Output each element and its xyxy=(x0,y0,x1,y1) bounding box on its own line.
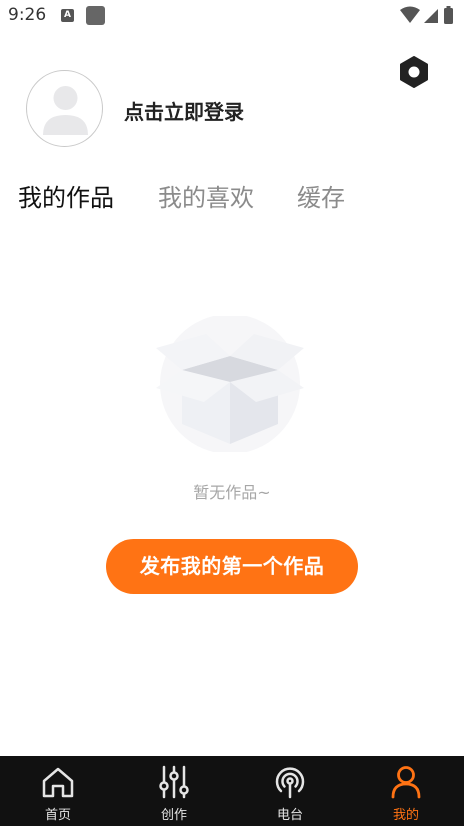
default-avatar-icon xyxy=(43,86,88,135)
settings-button[interactable] xyxy=(396,54,432,90)
nav-label-create: 创作 xyxy=(160,808,187,823)
avatar[interactable] xyxy=(26,70,103,147)
status-bar: 9:26 A xyxy=(0,0,464,32)
status-icons xyxy=(400,6,453,24)
signal-icon xyxy=(424,9,438,23)
tab-my-works[interactable]: 我的作品 xyxy=(18,178,114,213)
nav-label-home: 首页 xyxy=(44,808,71,823)
sliders-icon xyxy=(159,765,189,799)
radio-icon xyxy=(275,767,305,799)
login-prompt[interactable]: 点击立即登录 xyxy=(124,96,244,125)
bottom-nav: 首页 创作 电台 我的 xyxy=(0,756,464,826)
nav-label-radio: 电台 xyxy=(276,808,303,823)
empty-box-icon xyxy=(156,316,304,452)
tab-my-likes[interactable]: 我的喜欢 xyxy=(158,178,254,213)
profile-screen: 9:26 A 点击立即登录 我的作品 我的喜欢 缓存 暂无作品~ 发布我的第一个… xyxy=(0,0,464,826)
notification-app-icon xyxy=(86,6,105,25)
nav-item-me[interactable]: 我的 xyxy=(348,756,464,826)
notification-a-icon: A xyxy=(61,9,74,22)
status-time: 9:26 xyxy=(8,5,47,25)
nav-item-home[interactable]: 首页 xyxy=(0,756,116,826)
home-icon xyxy=(42,767,74,798)
settings-hexagon-icon xyxy=(400,56,428,88)
battery-icon xyxy=(444,8,453,24)
tab-cache[interactable]: 缓存 xyxy=(297,178,345,213)
nav-label-me: 我的 xyxy=(392,808,419,823)
empty-state-message: 暂无作品~ xyxy=(193,483,271,502)
person-icon xyxy=(391,766,421,799)
wifi-icon xyxy=(400,6,420,23)
publish-first-work-button[interactable]: 发布我的第一个作品 xyxy=(106,539,358,594)
nav-item-radio[interactable]: 电台 xyxy=(232,756,348,826)
nav-item-create[interactable]: 创作 xyxy=(116,756,232,826)
content-tabs: 我的作品 我的喜欢 缓存 xyxy=(0,178,464,214)
